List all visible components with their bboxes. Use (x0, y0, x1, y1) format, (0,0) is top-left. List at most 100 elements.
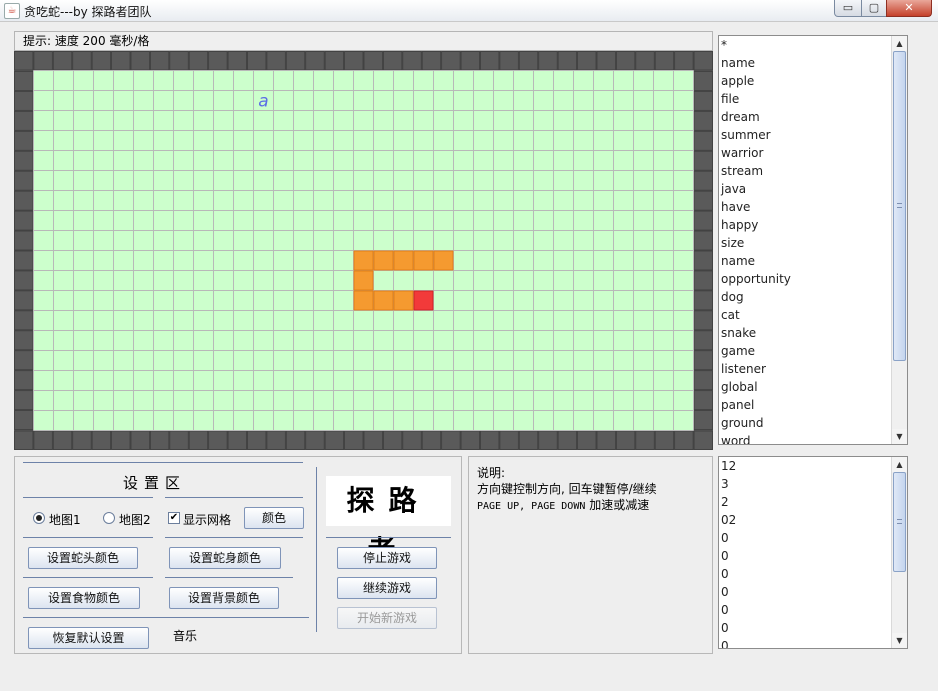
wall-brick (14, 190, 34, 211)
wall-brick (693, 150, 713, 171)
score-list-item[interactable]: 2 (720, 493, 890, 511)
score-list-item[interactable]: 0 (720, 547, 890, 565)
word-list-item[interactable]: global (720, 378, 890, 396)
wall-brick (111, 51, 131, 71)
score-list-item[interactable]: 0 (720, 637, 890, 648)
score-list-item[interactable]: 0 (720, 619, 890, 637)
wall-brick (693, 270, 713, 291)
wall-brick (14, 250, 34, 271)
word-list-item[interactable]: java (720, 180, 890, 198)
word-list-item[interactable]: * (720, 36, 890, 54)
word-list-item[interactable]: word (720, 432, 890, 444)
wall-brick (227, 51, 247, 71)
word-list-item[interactable]: name (720, 252, 890, 270)
instructions-text: 说明: 方向键控制方向, 回车键暂停/继续 PAGE UP, PAGE DOWN… (477, 465, 657, 515)
score-list-scrollbar[interactable]: ▲ ▼ (891, 457, 907, 648)
divider (23, 577, 153, 578)
score-list-item[interactable]: 0 (720, 529, 890, 547)
wall-brick (674, 51, 694, 71)
score-list-item[interactable]: 0 (720, 583, 890, 601)
grid-color-button[interactable]: 颜色 (244, 507, 304, 529)
wall-brick (14, 330, 34, 351)
word-list-item[interactable]: snake (720, 324, 890, 342)
snake-head-color-button[interactable]: 设置蛇头颜色 (28, 547, 138, 569)
game-board-canvas[interactable]: a (14, 51, 713, 450)
wall-brick (14, 110, 34, 131)
divider (23, 617, 309, 618)
show-grid-label: 显示网格 (183, 513, 232, 527)
wall-brick (285, 51, 306, 71)
wall-brick (538, 51, 558, 71)
new-game-button[interactable]: 开始新游戏 (337, 607, 437, 629)
word-list-item[interactable]: listener (720, 360, 890, 378)
instructions-panel: 说明: 方向键控制方向, 回车键暂停/继续 PAGE UP, PAGE DOWN… (468, 456, 713, 654)
word-list-item[interactable]: stream (720, 162, 890, 180)
word-list-item[interactable]: summer (720, 126, 890, 144)
score-list[interactable]: 12 3 2 02 0 0 0 0 0 0 0 ▲ ▼ (718, 456, 908, 649)
word-list-item[interactable]: warrior (720, 144, 890, 162)
score-list-item[interactable]: 0 (720, 601, 890, 619)
show-grid-checkbox[interactable]: ✔ (168, 512, 180, 524)
stop-game-button[interactable]: 停止游戏 (337, 547, 437, 569)
maximize-button[interactable]: ▢ (861, 0, 887, 17)
wall-brick (33, 51, 53, 71)
minimize-button[interactable]: ▭ (834, 0, 862, 17)
wall-brick (91, 430, 111, 450)
snake-body-color-button[interactable]: 设置蛇身颜色 (169, 547, 281, 569)
wall-brick (693, 430, 713, 450)
word-list-item[interactable]: have (720, 198, 890, 216)
score-list-scroll-thumb[interactable] (893, 472, 906, 572)
map2-radio[interactable] (103, 512, 115, 524)
wall-brick (344, 430, 364, 450)
wall-brick (693, 330, 713, 351)
wall-brick (693, 91, 713, 111)
score-list-item[interactable]: 02 (720, 511, 890, 529)
score-list-item[interactable]: 12 (720, 457, 890, 475)
wall-brick (363, 430, 383, 450)
word-list-item[interactable]: ground (720, 414, 890, 432)
word-list-item[interactable]: dog (720, 288, 890, 306)
background-color-button[interactable]: 设置背景颜色 (169, 587, 279, 609)
word-list-item[interactable]: dream (720, 108, 890, 126)
scroll-down-arrow-icon[interactable]: ▼ (892, 633, 907, 648)
wall-brick (616, 51, 636, 71)
word-list[interactable]: * name apple file dream summer warrior stream ja… (718, 35, 908, 445)
wall-brick (14, 390, 34, 410)
snake-body-segment (413, 250, 434, 271)
scroll-down-arrow-icon[interactable]: ▼ (892, 429, 907, 444)
word-list-item[interactable]: file (720, 90, 890, 108)
score-list-item[interactable]: 3 (720, 475, 890, 493)
wall-brick (14, 410, 34, 430)
word-list-scrollbar[interactable]: ▲ ▼ (891, 36, 907, 444)
word-list-items: * name apple file dream summer warrior stream ja… (720, 36, 890, 444)
word-list-item[interactable]: size (720, 234, 890, 252)
word-list-item[interactable]: name (720, 54, 890, 72)
wall-brick (693, 370, 713, 391)
wall-brick (14, 350, 34, 371)
word-list-item[interactable]: game (720, 342, 890, 360)
wall-brick (266, 51, 286, 71)
word-list-item[interactable]: opportunity (720, 270, 890, 288)
wall-brick (635, 430, 655, 450)
word-list-scroll-thumb[interactable] (893, 51, 906, 361)
close-button[interactable]: ✕ (886, 0, 932, 17)
map2-label: 地图2 (119, 513, 151, 527)
restore-defaults-button[interactable]: 恢复默认设置 (28, 627, 149, 649)
word-list-item[interactable]: panel (720, 396, 890, 414)
score-list-item[interactable]: 0 (720, 565, 890, 583)
speed-change-text: 加速或减速 (585, 498, 650, 512)
wall-brick (635, 51, 655, 71)
wall-brick (14, 210, 34, 231)
title-bar[interactable]: ☕ 贪吃蛇---by 探路者团队 ▭ ▢ ✕ (0, 0, 938, 22)
scroll-up-arrow-icon[interactable]: ▲ (892, 457, 907, 472)
resume-game-button[interactable]: 继续游戏 (337, 577, 437, 599)
food-color-button[interactable]: 设置食物颜色 (28, 587, 140, 609)
word-list-item[interactable]: cat (720, 306, 890, 324)
scroll-up-arrow-icon[interactable]: ▲ (892, 36, 907, 51)
word-list-item[interactable]: apple (720, 72, 890, 90)
game-board[interactable]: a (14, 51, 713, 450)
word-list-item[interactable]: happy (720, 216, 890, 234)
map1-radio[interactable] (33, 512, 45, 524)
wall-brick (693, 230, 713, 251)
wall-brick (14, 71, 34, 91)
